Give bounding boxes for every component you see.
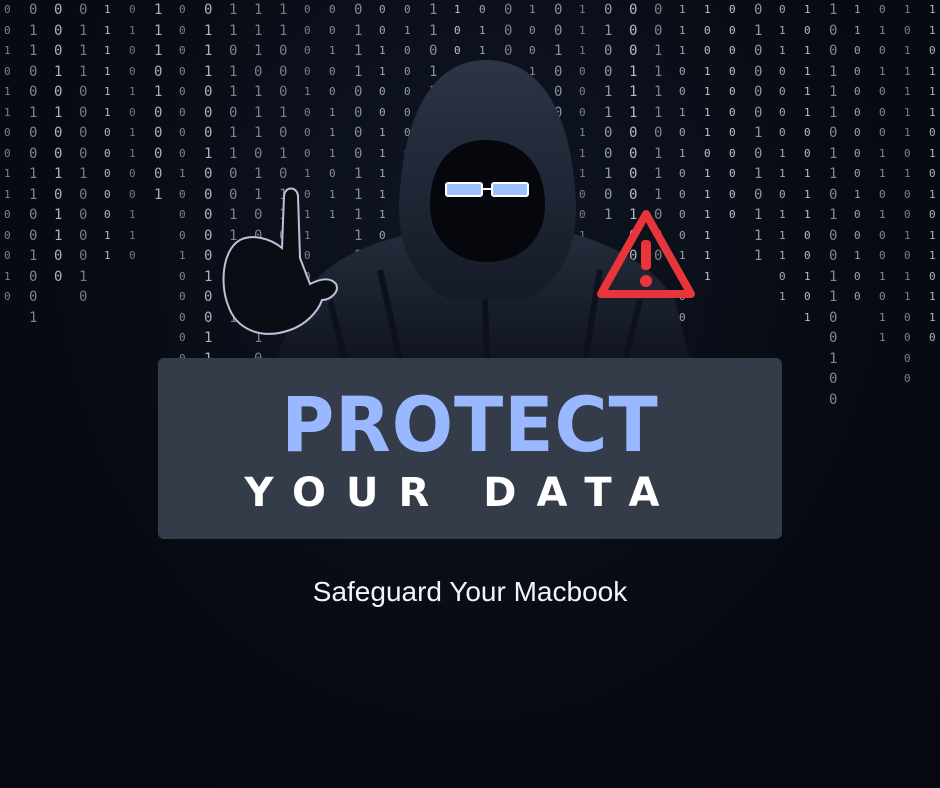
poster: 0 0 1 0 1 1 0 0 1 1 0 0 0 1 00 1 1 0 0 1… xyxy=(0,0,940,788)
banner-panel: PROTECT YOUR DATA xyxy=(158,358,782,539)
tagline: Safeguard Your Macbook xyxy=(312,576,628,607)
headline-protect: PROTECT xyxy=(281,380,659,469)
warning-triangle-icon xyxy=(597,210,695,298)
headline-your-data: YOUR DATA xyxy=(244,470,680,516)
